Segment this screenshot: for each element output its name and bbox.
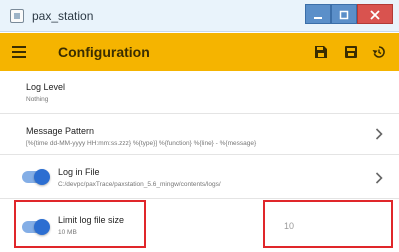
setting-label: Log in File <box>58 167 100 177</box>
setting-log-in-file[interactable]: Log in File C:/devpc/paxTrace/paxstation… <box>0 155 399 199</box>
log-in-file-toggle[interactable] <box>22 169 50 185</box>
window-titlebar: pax_station <box>0 0 399 32</box>
app-logo-icon <box>10 9 24 23</box>
app-bar: Configuration <box>0 33 399 71</box>
highlight-box-toggle <box>14 200 146 248</box>
setting-log-level[interactable]: Log Level Nothing <box>0 71 399 114</box>
setting-value: Nothing <box>26 96 49 103</box>
save-all-icon[interactable] <box>344 45 358 59</box>
close-icon <box>370 10 380 20</box>
page-title: Configuration <box>58 44 150 60</box>
minimize-button[interactable] <box>305 4 331 24</box>
chevron-right-icon <box>375 128 383 140</box>
maximize-icon <box>339 10 349 20</box>
window-title: pax_station <box>32 9 94 23</box>
setting-value: [%{time dd-MM-yyyy HH:mm:ss.zzz} %{type}… <box>26 140 257 147</box>
maximize-button[interactable] <box>331 4 357 24</box>
highlight-box-input <box>263 200 393 248</box>
setting-value: C:/devpc/paxTrace/paxstation_5.6_mingw/c… <box>58 181 221 188</box>
setting-message-pattern[interactable]: Message Pattern [%{time dd-MM-yyyy HH:mm… <box>0 114 399 155</box>
close-button[interactable] <box>357 4 393 24</box>
setting-label: Message Pattern <box>26 126 95 136</box>
setting-label: Log Level <box>26 82 66 92</box>
save-icon[interactable] <box>314 45 328 59</box>
chevron-right-icon <box>375 172 383 184</box>
hamburger-menu-icon[interactable] <box>12 46 26 58</box>
restore-history-icon[interactable] <box>372 45 386 59</box>
minimize-icon <box>314 17 322 19</box>
